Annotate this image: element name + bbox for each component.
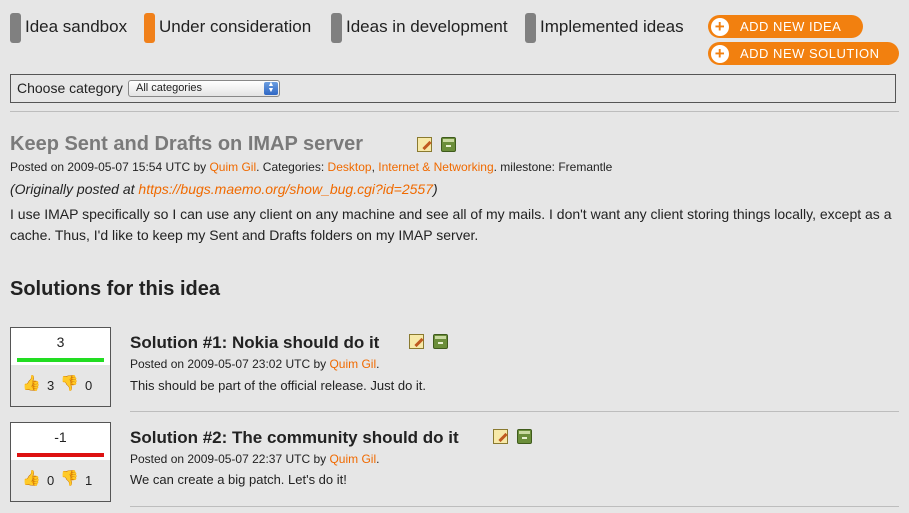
bug-link[interactable]: https://bugs.maemo.org/show_bug.cgi?id=2… — [138, 181, 433, 197]
solution-actions — [409, 334, 448, 349]
vote-box: -1 👍 0 👎 1 — [10, 422, 111, 502]
thumb-up-icon[interactable]: 👍 — [22, 376, 41, 392]
plus-icon: + — [711, 44, 729, 63]
solution-body: We can create a big patch. Let's do it! — [130, 472, 347, 487]
solution-meta: Posted on 2009-05-07 22:37 UTC by Quim G… — [130, 452, 379, 466]
idea-body: I use IMAP specifically so I can use any… — [10, 206, 892, 243]
tab-marker — [144, 13, 155, 43]
edit-icon[interactable] — [493, 429, 508, 444]
solution-title: Solution #2: The community should do it — [130, 428, 459, 447]
up-count: 3 — [47, 378, 55, 393]
score-value: 3 — [56, 334, 65, 350]
select-arrows-icon: ▲ ▼ — [264, 81, 278, 95]
divider — [10, 111, 899, 112]
add-new-idea-label: ADD NEW IDEA — [740, 19, 842, 34]
author-link[interactable]: Quim Gil — [329, 357, 376, 371]
down-count: 1 — [85, 473, 93, 488]
add-new-solution-label: ADD NEW SOLUTION — [740, 46, 880, 61]
idea-meta: Posted on 2009-05-07 15:54 UTC by Quim G… — [10, 160, 613, 174]
score-bar — [17, 358, 104, 362]
solution-body: This should be part of the official rele… — [130, 378, 427, 393]
category-link-desktop[interactable]: Desktop — [328, 160, 372, 174]
edit-icon[interactable] — [417, 137, 432, 152]
author-link[interactable]: Quim Gil — [329, 452, 376, 466]
tab-label: Idea sandbox — [25, 17, 128, 36]
categories-label: . Categories: — [256, 160, 325, 174]
vote-box: 3 👍 3 👎 0 — [10, 327, 111, 407]
period: . — [376, 357, 380, 371]
solution-meta: Posted on 2009-05-07 23:02 UTC by Quim G… — [130, 357, 379, 371]
archive-icon[interactable] — [517, 429, 532, 444]
posted-text: Posted on 2009-05-07 15:54 UTC by — [10, 160, 207, 174]
edit-icon[interactable] — [409, 334, 424, 349]
solutions-heading: Solutions for this idea — [10, 278, 221, 300]
author-link[interactable]: Quim Gil — [209, 160, 256, 174]
down-count: 0 — [85, 378, 93, 393]
tab-marker — [10, 13, 21, 43]
tab-marker — [331, 13, 342, 43]
posted-text: Posted on 2009-05-07 23:02 UTC by — [130, 357, 327, 371]
category-selected-value: All categories — [136, 82, 203, 94]
archive-icon[interactable] — [433, 334, 448, 349]
period: . — [376, 452, 380, 466]
idea-title: Keep Sent and Drafts on IMAP server — [10, 133, 364, 155]
thumb-up-icon[interactable]: 👍 — [22, 471, 41, 487]
add-new-solution-button[interactable]: + ADD NEW SOLUTION — [708, 42, 899, 65]
tab-label: Under consideration — [159, 17, 312, 36]
origin-prefix: (Originally posted at — [10, 181, 139, 197]
category-link-internet-networking[interactable]: Internet & Networking — [378, 160, 493, 174]
tab-label: Ideas in development — [346, 17, 508, 36]
add-new-idea-button[interactable]: + ADD NEW IDEA — [708, 15, 863, 38]
category-label: Choose category — [17, 80, 123, 96]
plus-icon: + — [711, 17, 729, 36]
divider — [130, 411, 899, 412]
solution-actions — [493, 429, 532, 444]
thumb-down-icon[interactable]: 👎 — [60, 376, 79, 392]
idea-actions — [417, 137, 456, 152]
origin-suffix: ) — [433, 181, 438, 197]
score-value: -1 — [54, 429, 67, 445]
category-select[interactable]: All categories ▲ ▼ — [128, 80, 280, 97]
thumb-down-icon[interactable]: 👎 — [60, 471, 79, 487]
milestone-text: . milestone: Fremantle — [493, 160, 613, 174]
category-filter: Choose category All categories ▲ ▼ — [10, 74, 896, 103]
tab-label: Implemented ideas — [540, 17, 684, 36]
tab-marker — [525, 13, 536, 43]
archive-icon[interactable] — [441, 137, 456, 152]
solution-title: Solution #1: Nokia should do it — [130, 333, 380, 352]
up-count: 0 — [47, 473, 55, 488]
score-bar — [17, 453, 104, 457]
posted-text: Posted on 2009-05-07 22:37 UTC by — [130, 452, 327, 466]
divider — [130, 506, 899, 507]
origin-note: (Originally posted at https://bugs.maemo… — [10, 181, 438, 197]
